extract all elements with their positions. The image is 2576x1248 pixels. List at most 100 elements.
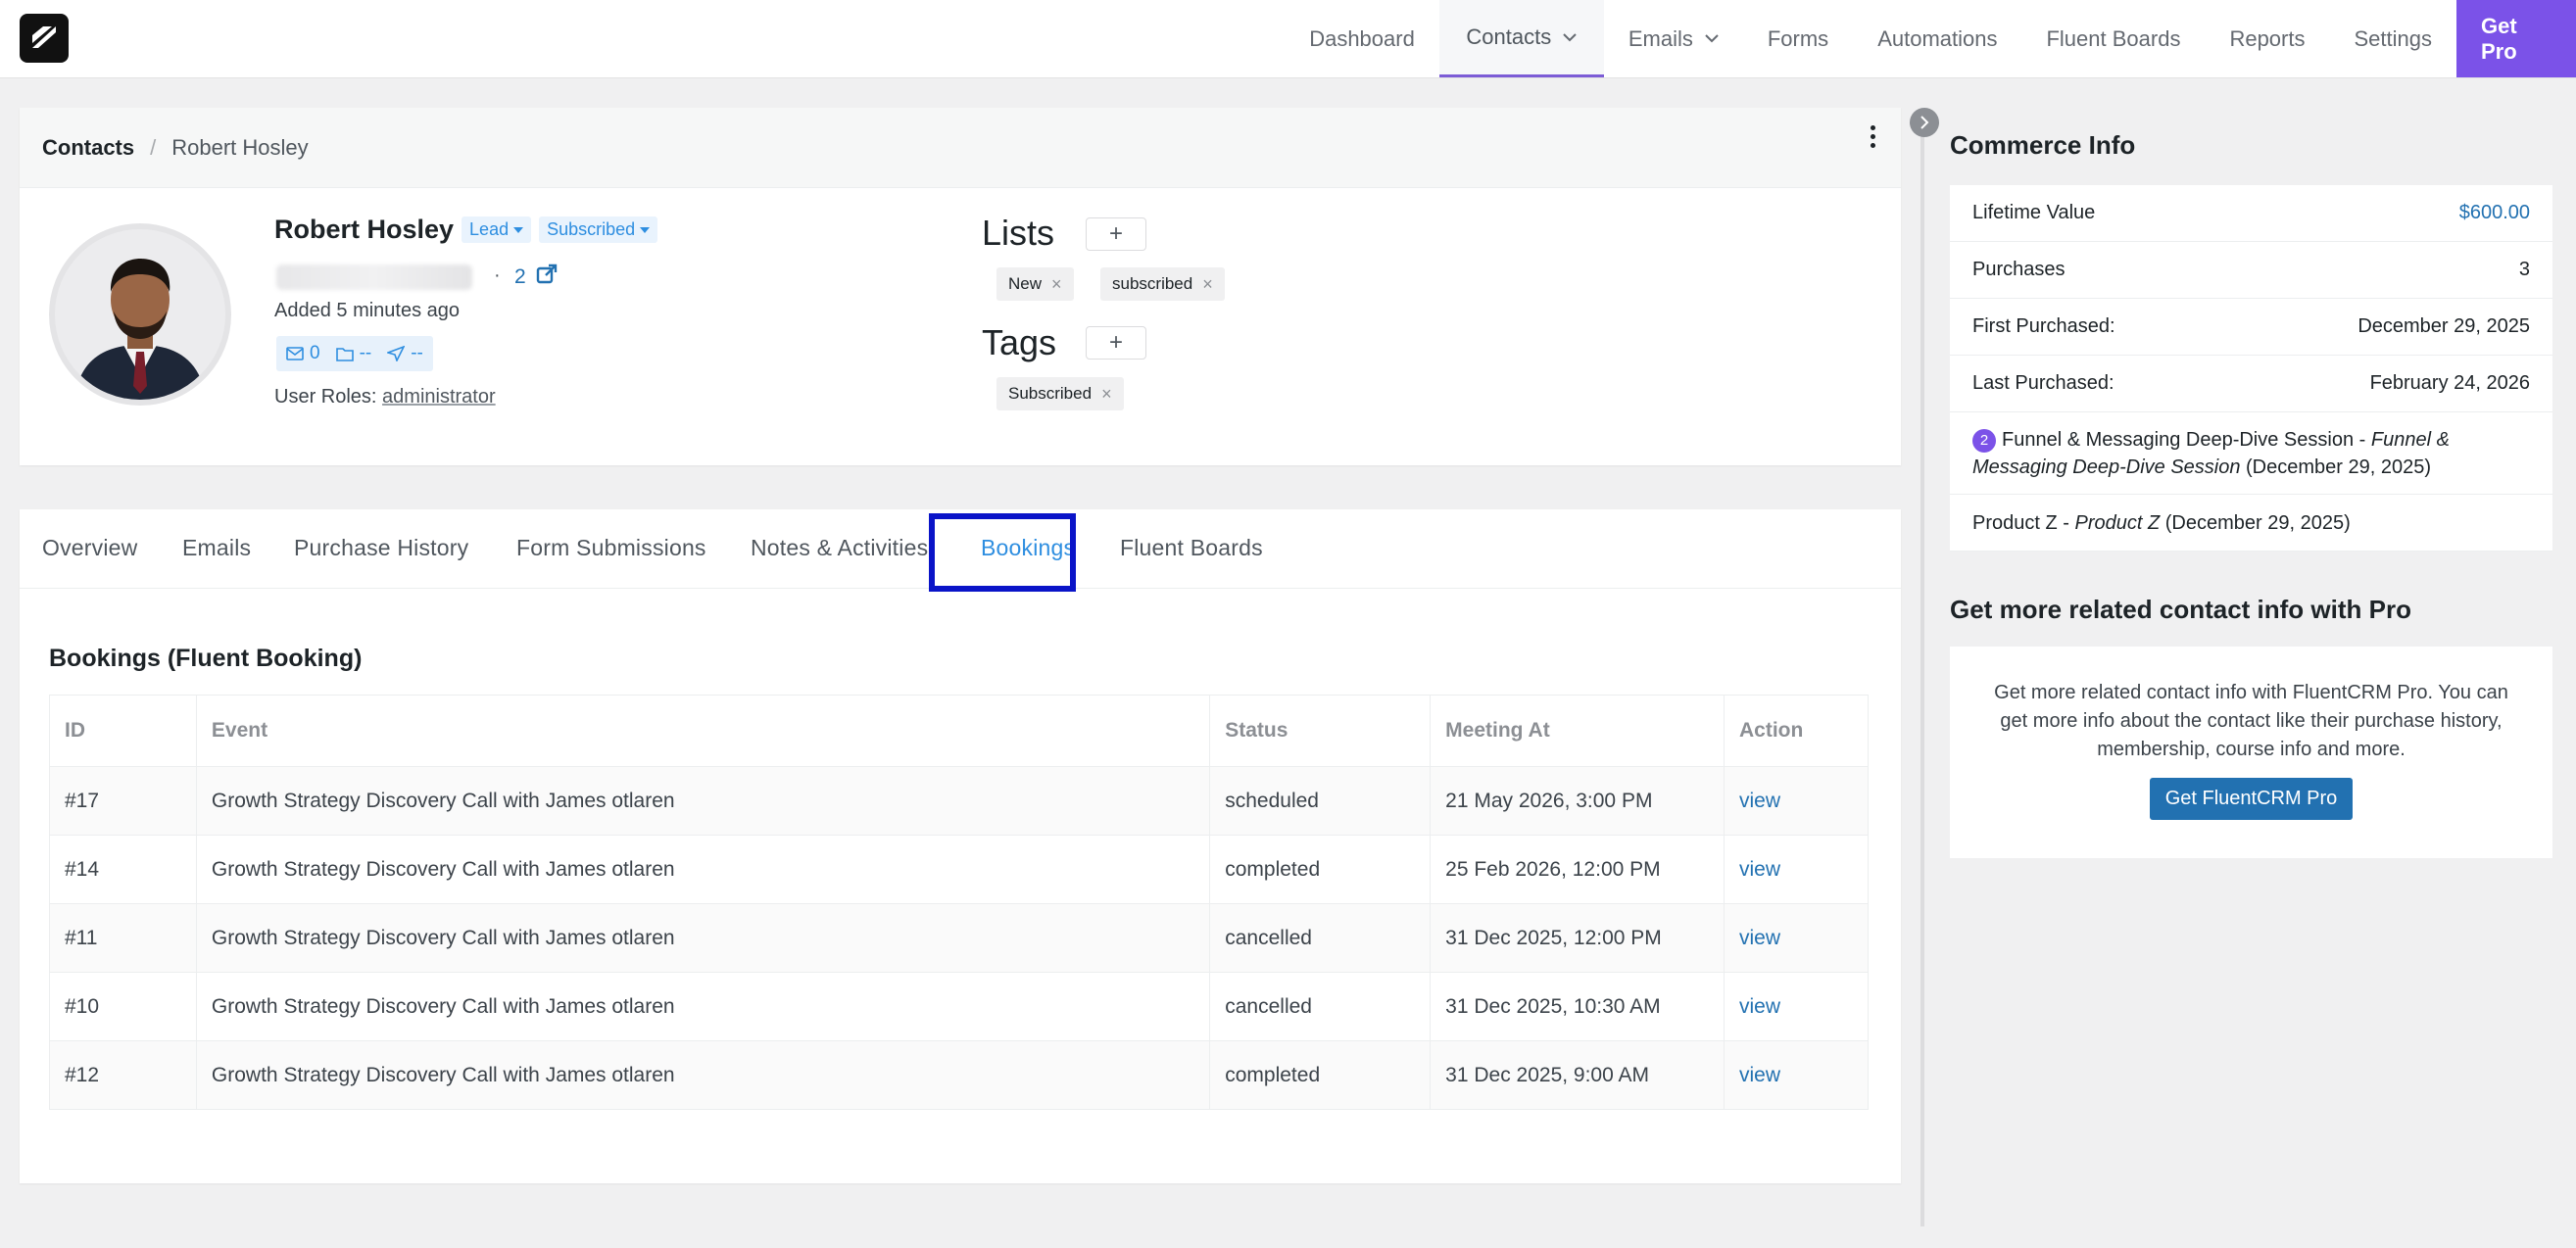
tag-chip: Subscribed × bbox=[996, 377, 1124, 410]
nav-label: Forms bbox=[1767, 25, 1829, 51]
booking-status: cancelled bbox=[1209, 972, 1432, 1041]
add-list-button[interactable]: + bbox=[1086, 217, 1146, 251]
nav-label: Fluent Boards bbox=[2046, 25, 2181, 51]
nav-settings[interactable]: Settings bbox=[2330, 0, 2457, 77]
remove-icon[interactable]: × bbox=[1051, 274, 1062, 295]
status-subscribed-dropdown[interactable]: Subscribed bbox=[539, 216, 658, 243]
contact-name-text: Robert Hosley bbox=[274, 215, 455, 244]
tab-purchase-history[interactable]: Purchase History bbox=[294, 535, 468, 561]
collapse-sidebar-button[interactable] bbox=[1910, 108, 1939, 137]
tags-title: Tags bbox=[982, 322, 1057, 362]
commerce-label: Lifetime Value bbox=[1972, 202, 2096, 223]
external-profile-link[interactable]: 2 bbox=[514, 264, 558, 291]
booking-meeting-at: 31 Dec 2025, 10:30 AM bbox=[1430, 972, 1725, 1041]
booking-status: completed bbox=[1209, 835, 1432, 904]
commerce-row: Last Purchased: February 24, 2026 bbox=[1950, 356, 2552, 412]
booking-action: view bbox=[1724, 903, 1869, 973]
column-header: Status bbox=[1209, 695, 1432, 767]
remove-icon[interactable]: × bbox=[1101, 384, 1112, 405]
commerce-row: Purchases 3 bbox=[1950, 242, 2552, 299]
view-link[interactable]: view bbox=[1739, 1064, 1780, 1086]
product-name: Funnel & Messaging Deep-Dive Session bbox=[2002, 429, 2355, 451]
emails-stat[interactable]: 0 bbox=[286, 343, 320, 364]
commerce-info-panel: Lifetime Value $600.00 Purchases 3 First P… bbox=[1950, 185, 2552, 552]
booking-meeting-at: 25 Feb 2026, 12:00 PM bbox=[1430, 835, 1725, 904]
caret-down-icon bbox=[640, 226, 651, 233]
column-header: Event bbox=[195, 695, 1211, 767]
promo-text: Get more related contact info with Fluen… bbox=[1994, 682, 2508, 760]
nav-automations[interactable]: Automations bbox=[1853, 0, 2021, 77]
table-row: #11 Growth Strategy Discovery Call with … bbox=[49, 903, 1869, 973]
nav-label: Emails bbox=[1628, 25, 1693, 51]
roles-link[interactable]: administrator bbox=[382, 386, 496, 408]
breadcrumb-contacts[interactable]: Contacts bbox=[42, 135, 134, 161]
nav-emails[interactable]: Emails bbox=[1604, 0, 1743, 77]
booking-meeting-at: 31 Dec 2025, 9:00 AM bbox=[1430, 1040, 1725, 1110]
commerce-value: 3 bbox=[2518, 259, 2530, 280]
product-separator: - bbox=[2354, 429, 2371, 451]
folder-icon bbox=[335, 347, 354, 361]
tab-form-submissions[interactable]: Form Submissions bbox=[516, 535, 706, 561]
nav-dashboard[interactable]: Dashboard bbox=[1285, 0, 1439, 77]
booking-event: Growth Strategy Discovery Call with Jame… bbox=[195, 972, 1211, 1041]
folder-value: -- bbox=[359, 343, 372, 363]
external-link-icon bbox=[536, 264, 558, 291]
product-date: (December 29, 2025) bbox=[2160, 512, 2351, 534]
contact-tabs-card: Overview Emails Purchase History Form Su… bbox=[20, 509, 1901, 1183]
send-stat[interactable]: -- bbox=[387, 343, 423, 364]
product-item: 2 Funnel & Messaging Deep-Dive Session - … bbox=[1950, 412, 2552, 495]
send-icon bbox=[387, 346, 406, 361]
booking-id: #17 bbox=[49, 766, 197, 836]
more-options-icon[interactable] bbox=[1871, 125, 1875, 148]
nav-forms[interactable]: Forms bbox=[1743, 0, 1853, 77]
user-roles: User Roles: administrator bbox=[274, 386, 496, 408]
nav-reports[interactable]: Reports bbox=[2205, 0, 2329, 77]
list-chip: subscribed × bbox=[1100, 267, 1225, 301]
nav-fluent-boards[interactable]: Fluent Boards bbox=[2021, 0, 2205, 77]
booking-event: Growth Strategy Discovery Call with Jame… bbox=[195, 1040, 1211, 1110]
nav-contacts[interactable]: Contacts bbox=[1438, 0, 1604, 77]
booking-event: Growth Strategy Discovery Call with Jame… bbox=[195, 835, 1211, 904]
tab-fluent-boards[interactable]: Fluent Boards bbox=[1120, 535, 1263, 561]
tab-overview[interactable]: Overview bbox=[42, 535, 137, 561]
list-chip: New × bbox=[996, 267, 1074, 301]
get-fluentcrm-pro-button[interactable]: Get FluentCRM Pro bbox=[2149, 778, 2354, 820]
fluentcrm-logo[interactable] bbox=[20, 14, 69, 63]
booking-id: #10 bbox=[49, 972, 197, 1041]
lists-title: Lists bbox=[982, 213, 1055, 253]
booking-status: completed bbox=[1209, 1040, 1432, 1110]
commerce-info-title: Commerce Info bbox=[1950, 130, 2136, 160]
status-lead-dropdown[interactable]: Lead bbox=[462, 216, 532, 243]
nav-menu: Dashboard Contacts Emails Forms Automati… bbox=[1285, 0, 2576, 77]
pro-promo-panel: Get more related contact info with Fluen… bbox=[1950, 647, 2552, 858]
nav-label: Automations bbox=[1877, 25, 1998, 51]
active-tab-highlight bbox=[929, 513, 1076, 592]
table-row: #14 Growth Strategy Discovery Call with … bbox=[49, 835, 1869, 904]
table-header: ID Event Status Meeting At Action bbox=[49, 695, 1869, 767]
promo-title: Get more related contact info with Pro bbox=[1950, 595, 2411, 624]
folder-stat[interactable]: -- bbox=[335, 343, 372, 364]
table-row: #17 Growth Strategy Discovery Call with … bbox=[49, 766, 1869, 836]
tab-notes-activities[interactable]: Notes & Activities bbox=[751, 535, 928, 561]
nav-label: Dashboard bbox=[1309, 25, 1415, 51]
product-separator: - bbox=[2057, 512, 2075, 534]
view-link[interactable]: view bbox=[1739, 858, 1780, 881]
tab-emails[interactable]: Emails bbox=[182, 535, 251, 561]
chevron-right-icon bbox=[1920, 116, 1929, 129]
product-item: Product Z - Product Z (December 29, 2025… bbox=[1950, 495, 2552, 552]
tag-chip-label: Subscribed bbox=[1008, 384, 1093, 403]
booking-id: #12 bbox=[49, 1040, 197, 1110]
add-tag-button[interactable]: + bbox=[1086, 326, 1146, 360]
breadcrumb-current: Robert Hosley bbox=[171, 134, 309, 160]
breadcrumb-separator: / bbox=[150, 134, 157, 160]
get-pro-button[interactable]: Get Pro bbox=[2456, 0, 2576, 77]
contact-name: Robert Hosley Lead Subscribed bbox=[274, 215, 658, 245]
remove-icon[interactable]: × bbox=[1202, 274, 1213, 295]
booking-action: view bbox=[1724, 1040, 1869, 1110]
avatar bbox=[49, 223, 231, 406]
view-link[interactable]: view bbox=[1739, 995, 1780, 1018]
view-link[interactable]: view bbox=[1739, 927, 1780, 949]
view-link[interactable]: view bbox=[1739, 790, 1780, 812]
product-variant: Product Z bbox=[2074, 512, 2161, 534]
booking-event: Growth Strategy Discovery Call with Jame… bbox=[195, 766, 1211, 836]
